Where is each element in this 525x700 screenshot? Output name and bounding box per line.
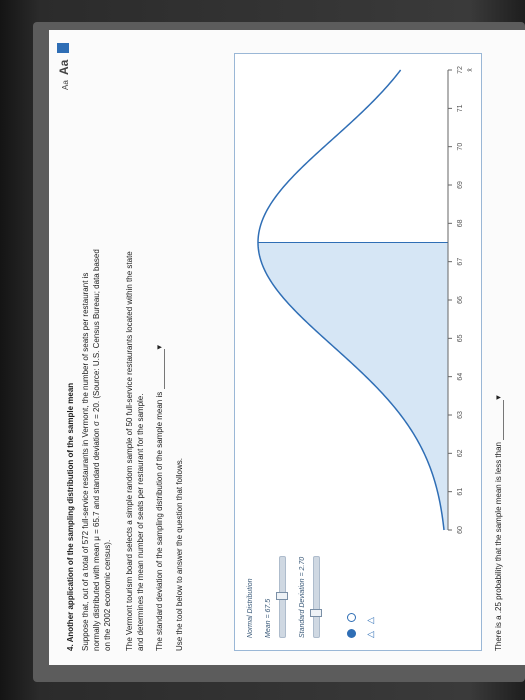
x-tick-label: 72 [457, 66, 464, 74]
sd-question-text: The standard deviation of the sampling d… [155, 391, 164, 651]
x-tick-label: 70 [457, 143, 464, 151]
point-tool-icon[interactable] [347, 629, 356, 638]
x-axis-label: x̄ [467, 68, 474, 72]
normal-distribution-tool: Normal Distribution Mean = 67.5 Standard… [234, 53, 482, 651]
para1-line2: normally distributed with mean μ = 65.7 … [92, 249, 101, 651]
x-tick-label: 69 [457, 181, 464, 189]
question-title: 4. Another application of the sampling d… [66, 382, 75, 651]
sd-slider[interactable] [310, 556, 322, 638]
x-tick-label: 60 [457, 526, 464, 534]
tool-instruction: Use the tool below to answer the questio… [175, 458, 184, 651]
para2-line1: The Vermont tourism board selects a simp… [125, 251, 134, 651]
mean-slider-handle[interactable] [276, 592, 288, 600]
triangle-tool-icon[interactable]: △ [365, 631, 376, 638]
triangle-tool-alt-icon[interactable]: △ [365, 617, 376, 624]
normal-curve-chart: 60 61 62 63 64 65 66 67 68 69 70 71 72 x̄ [257, 66, 474, 534]
x-tick-label: 63 [457, 411, 464, 419]
tool-title: Normal Distribution [247, 578, 254, 638]
sd-label: Standard Deviation = 2.70 [299, 556, 306, 638]
mean-slider[interactable] [276, 556, 288, 638]
sd-slider-handle[interactable] [310, 609, 322, 618]
x-tick-label: 71 [457, 104, 464, 112]
para1-line3: on the 2002 economic census). [103, 539, 112, 651]
question-page: Aa Aa 4. Another application of the samp… [49, 30, 525, 665]
mean-label: Mean = 67.5 [265, 598, 272, 638]
open-point-tool-icon[interactable] [347, 613, 356, 622]
x-tick-label: 64 [457, 373, 464, 381]
x-tick-label: 65 [457, 334, 464, 342]
answer-dropdown[interactable] [495, 399, 504, 440]
para2-line2: and determines the mean number of seats … [136, 393, 145, 651]
para1-line1: Suppose that, out of a total of 572 full… [81, 272, 90, 651]
x-tick-label: 62 [457, 449, 464, 457]
x-tick-label: 61 [457, 488, 464, 496]
answer-text: There is a .25 probability that the samp… [494, 442, 503, 651]
x-tick-label: 66 [457, 296, 464, 304]
monitor-screen: Aa Aa 4. Another application of the samp… [33, 22, 525, 682]
sd-answer-dropdown[interactable] [156, 349, 165, 390]
shaded-area [258, 242, 448, 530]
x-tick-label: 68 [457, 219, 464, 227]
x-tick-label: 67 [457, 258, 464, 266]
